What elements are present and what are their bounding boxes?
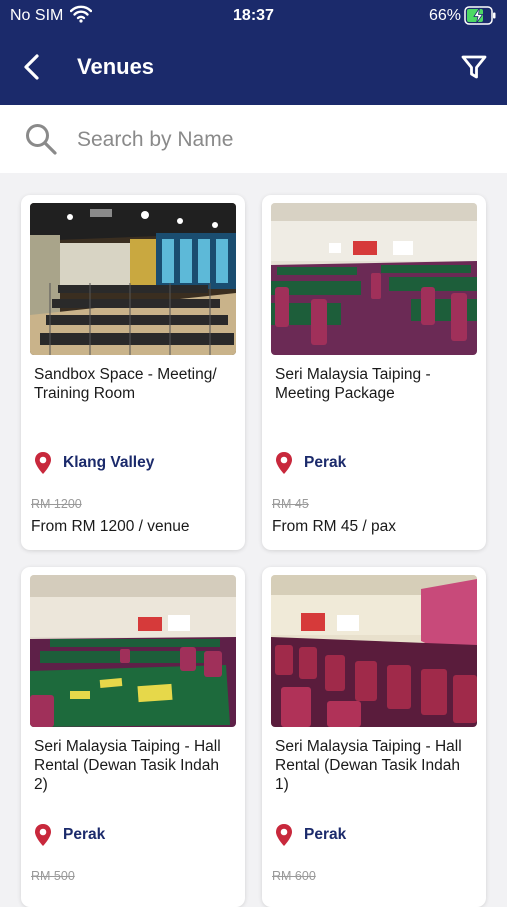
nav-bar: Venues: [0, 40, 507, 95]
location-label: Klang Valley: [63, 454, 155, 471]
original-price: RM 600: [272, 869, 316, 883]
venue-location: Klang Valley: [34, 451, 234, 477]
map-pin-icon: [276, 824, 292, 846]
battery-charging-icon: [464, 6, 496, 25]
filter-icon[interactable]: [459, 52, 489, 82]
original-price: RM 1200: [31, 497, 82, 511]
venue-photo: [271, 575, 477, 727]
search-bar: [0, 105, 507, 173]
status-bar: No SIM 18:37 66%: [0, 0, 507, 32]
venue-photo: [30, 575, 236, 727]
page-title: Venues: [77, 54, 155, 79]
venue-location: Perak: [275, 451, 475, 477]
venue-price: From RM 1200 / venue: [31, 518, 190, 535]
location-label: Perak: [63, 826, 106, 843]
map-pin-icon: [35, 824, 51, 846]
venue-name: Seri Malaysia Taiping - Hall Rental (Dew…: [275, 738, 462, 793]
venue-card[interactable]: Seri Malaysia Taiping - Hall Rental (Dew…: [21, 567, 245, 907]
venue-location: Perak: [34, 823, 234, 849]
venue-grid: Sandbox Space - Meeting/ Training Room K…: [0, 173, 507, 907]
venue-name: Seri Malaysia Taiping - Meeting Package: [275, 366, 431, 402]
venue-location: Perak: [275, 823, 475, 849]
original-price: RM 500: [31, 869, 75, 883]
venue-photo: [271, 203, 477, 355]
map-pin-icon: [276, 452, 292, 474]
location-label: Perak: [304, 454, 347, 471]
original-price: RM 45: [272, 497, 309, 511]
map-pin-icon: [35, 452, 51, 474]
venue-photo: [30, 203, 236, 355]
location-label: Perak: [304, 826, 347, 843]
venue-name: Seri Malaysia Taiping - Hall Rental (Dew…: [34, 738, 221, 793]
venue-name: Sandbox Space - Meeting/ Training Room: [34, 366, 217, 402]
venue-card[interactable]: Seri Malaysia Taiping - Hall Rental (Dew…: [262, 567, 486, 907]
venue-card[interactable]: Seri Malaysia Taiping - Meeting Package …: [262, 195, 486, 550]
venue-price: From RM 45 / pax: [272, 518, 397, 535]
battery-percent: 66%: [428, 7, 461, 24]
search-icon: [26, 124, 57, 155]
back-chevron-icon[interactable]: [18, 52, 48, 82]
app-header: No SIM 18:37 66% Venues: [0, 0, 507, 105]
venue-card[interactable]: Sandbox Space - Meeting/ Training Room K…: [21, 195, 245, 550]
search-input[interactable]: [75, 123, 479, 157]
